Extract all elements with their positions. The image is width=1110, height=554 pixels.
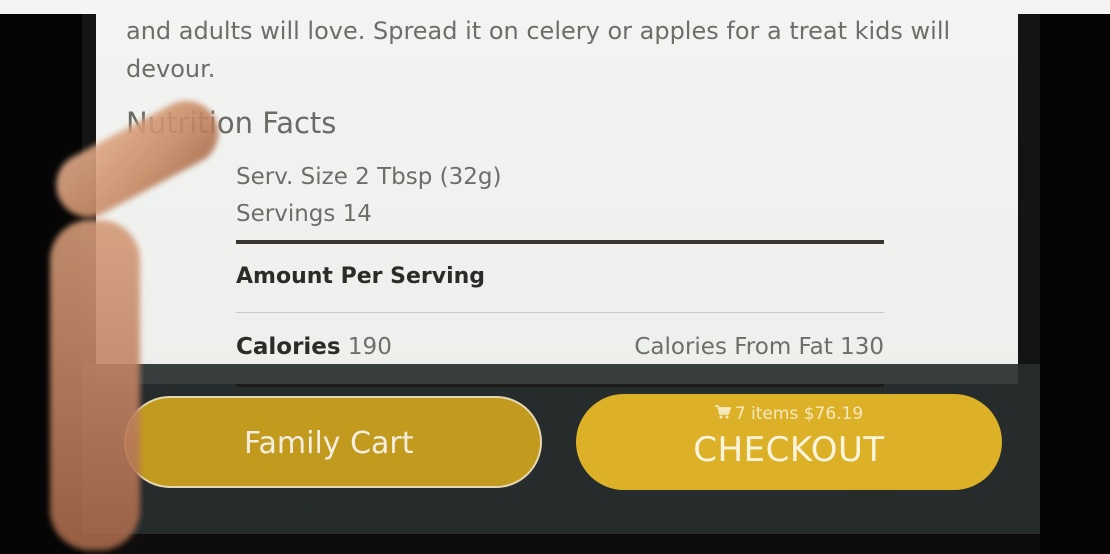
nutrition-divider-thick — [236, 240, 884, 244]
nutrition-divider-thin — [236, 312, 884, 313]
calories-row: Calories 190 Calories From Fat 130 — [236, 334, 884, 360]
family-cart-button[interactable]: Family Cart — [124, 396, 542, 488]
checkout-label: CHECKOUT — [693, 430, 885, 470]
nutrition-divider-under-dock — [236, 384, 884, 387]
calories-from-fat: Calories From Fat 130 — [634, 334, 884, 360]
checkout-button[interactable]: 7 items $76.19 CHECKOUT — [576, 394, 1002, 490]
serving-info: Serv. Size 2 Tbsp (32g) Servings 14 — [236, 159, 501, 233]
shopping-cart-icon — [714, 404, 732, 424]
serving-size: Serv. Size 2 Tbsp (32g) — [236, 164, 502, 190]
cart-summary: 7 items $76.19 — [576, 404, 1002, 424]
bezel-right — [1040, 14, 1110, 554]
amount-per-serving-heading: Amount Per Serving — [236, 264, 486, 289]
cart-summary-text: 7 items $76.19 — [734, 404, 864, 424]
calories-label: Calories — [236, 334, 341, 360]
top-strip — [0, 0, 1110, 14]
product-description: and adults will love. Spread it on celer… — [126, 17, 951, 83]
product-detail-panel[interactable]: and adults will love. Spread it on celer… — [96, 14, 1018, 384]
kiosk-photo: and adults will love. Spread it on celer… — [0, 0, 1110, 554]
kiosk-screen: and adults will love. Spread it on celer… — [82, 14, 1040, 534]
family-cart-label: Family Cart — [244, 426, 414, 461]
hand-photo-overlay — [50, 220, 140, 550]
calories-value: 190 — [347, 334, 392, 360]
servings-count: Servings 14 — [236, 201, 372, 227]
partial-nutrition-row-pct: 23% — [852, 489, 900, 513]
partial-nutrition-row-label: Total Fat 15g — [312, 489, 459, 513]
